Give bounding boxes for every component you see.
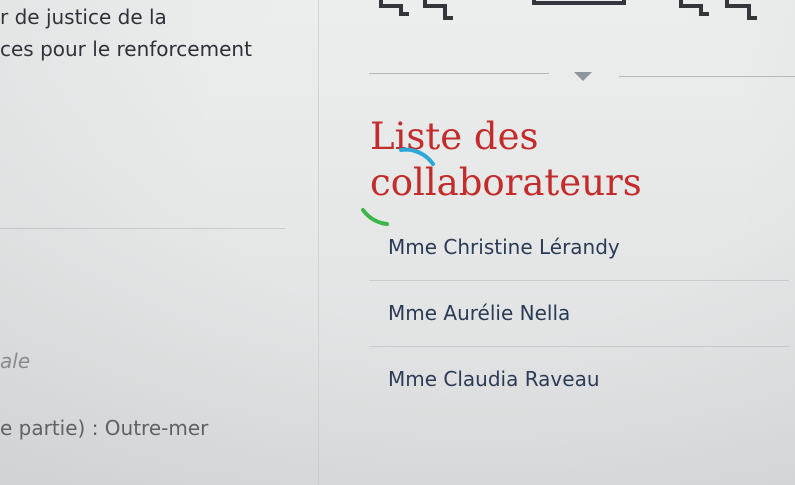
header-nav-glyphs [379, 0, 779, 22]
collaborator-link[interactable]: Mme Claudia Raveau [388, 367, 600, 391]
nav-glyph-icon[interactable] [379, 0, 779, 22]
list-item: Mme Claudia Raveau [369, 347, 789, 413]
separator-line [619, 76, 795, 77]
separator-line [369, 73, 549, 74]
page: r de justice de la ces pour le renforcem… [0, 0, 795, 485]
body-text-line: ces pour le renforcement [0, 37, 252, 61]
list-item: Mme Aurélie Nella [369, 281, 789, 347]
italic-text-fragment: ale [0, 349, 31, 373]
collaborator-link[interactable]: Mme Aurélie Nella [388, 301, 570, 325]
collaborators-heading: Liste des collaborateurs [370, 115, 642, 204]
collaborator-link[interactable]: Mme Christine Lérandy [388, 235, 620, 259]
collaborator-list: Mme Christine Lérandy Mme Aurélie Nella … [369, 215, 789, 413]
sidebar: Liste des collaborateurs Mme Christine L… [319, 0, 795, 485]
list-item: Mme Christine Lérandy [369, 215, 789, 281]
body-text-line: e partie) : Outre-mer [0, 416, 209, 440]
body-text-line: r de justice de la [0, 5, 167, 29]
dropdown-arrow-icon[interactable] [574, 72, 592, 81]
main-content-column: r de justice de la ces pour le renforcem… [0, 0, 318, 485]
content-divider [0, 228, 285, 229]
